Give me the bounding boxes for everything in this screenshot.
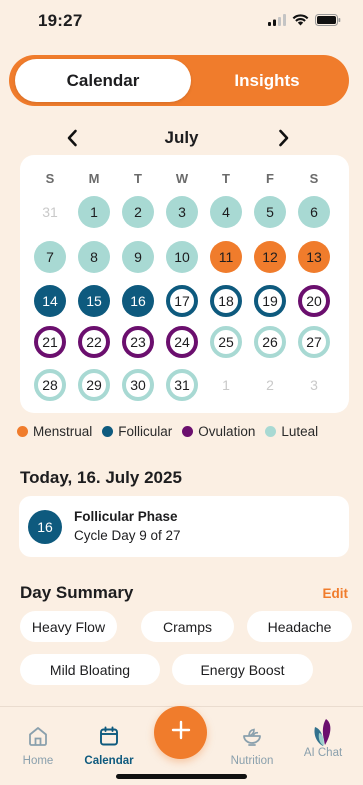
battery-icon — [315, 13, 341, 31]
insights-segment[interactable]: Insights — [191, 59, 343, 102]
calendar-day[interactable]: 13 — [298, 241, 330, 273]
legend-item: Ovulation — [182, 424, 255, 439]
weekday-label: S — [45, 171, 55, 186]
today-card[interactable]: 16 Follicular Phase Cycle Day 9 of 27 — [19, 496, 349, 557]
weekday-label: T — [134, 171, 142, 186]
weekday-label: M — [88, 171, 100, 186]
tab-ai-chat[interactable]: AI Chat — [288, 719, 358, 759]
calendar-day: 31 — [42, 204, 58, 220]
legend-label: Ovulation — [198, 424, 256, 439]
calendar-day: 3 — [310, 377, 318, 393]
home-icon — [27, 727, 49, 751]
calendar-day[interactable]: 14 — [34, 285, 66, 317]
calendar-day[interactable]: 11 — [210, 241, 242, 273]
today-cycle-day: Cycle Day 9 of 27 — [74, 528, 181, 543]
calendar-day[interactable]: 15 — [78, 285, 110, 317]
calendar-day[interactable]: 3 — [166, 196, 198, 228]
calendar-day[interactable]: 28 — [34, 369, 66, 401]
legend-dot-icon — [182, 426, 194, 437]
calendar-day[interactable]: 17 — [166, 285, 198, 317]
today-heading: Today, 16. July 2025 — [20, 468, 182, 487]
calendar-day[interactable]: 8 — [78, 241, 110, 273]
calendar-day[interactable]: 6 — [298, 196, 330, 228]
tab-ai-chat-label: AI Chat — [303, 747, 343, 759]
weekday-label: S — [309, 171, 319, 186]
symptom-chip[interactable]: Energy Boost — [172, 654, 313, 685]
home-indicator — [116, 774, 247, 779]
plus-icon — [170, 719, 192, 746]
symptom-chip[interactable]: Mild Bloating — [20, 654, 160, 685]
calendar-day[interactable]: 29 — [78, 369, 110, 401]
today-day-badge: 16 — [28, 510, 62, 544]
legend-item: Luteal — [265, 424, 318, 439]
tab-calendar-label: Calendar — [84, 755, 134, 767]
calendar-day[interactable]: 21 — [34, 326, 66, 358]
status-bar: 19:27 — [0, 0, 363, 44]
phase-legend: Menstrual Follicular Ovulation Luteal — [17, 424, 357, 439]
calendar-day[interactable]: 24 — [166, 326, 198, 358]
status-icons — [268, 13, 341, 31]
calendar-day[interactable]: 9 — [122, 241, 154, 273]
legend-dot-icon — [265, 426, 277, 437]
weekday-label: T — [222, 171, 230, 186]
weekday-label: F — [266, 171, 274, 186]
add-entry-button[interactable] — [154, 706, 207, 759]
symptom-chip[interactable]: Headache — [247, 611, 352, 642]
calendar-day[interactable]: 22 — [78, 326, 110, 358]
calendar-day[interactable]: 5 — [254, 196, 286, 228]
legend-label: Menstrual — [33, 424, 93, 439]
calendar-day[interactable]: 31 — [166, 369, 198, 401]
month-navigation: July — [0, 124, 363, 152]
legend-item: Menstrual — [17, 424, 92, 439]
legend-dot-icon — [102, 426, 114, 437]
calendar-day[interactable]: 2 — [122, 196, 154, 228]
edit-summary-button[interactable]: Edit — [323, 586, 349, 601]
tab-home[interactable]: Home — [3, 725, 73, 767]
symptom-chip[interactable]: Heavy Flow — [20, 611, 117, 642]
calendar-day[interactable]: 4 — [210, 196, 242, 228]
calendar-segment[interactable]: Calendar — [15, 59, 191, 102]
day-summary-heading: Day Summary — [20, 583, 134, 602]
tab-nutrition[interactable]: Nutrition — [217, 725, 287, 767]
next-month-chevron-icon[interactable] — [274, 127, 294, 149]
calendar-day[interactable]: 7 — [34, 241, 66, 273]
calendar-day[interactable]: 10 — [166, 241, 198, 273]
calendar-day[interactable]: 18 — [210, 285, 242, 317]
legend-label: Luteal — [281, 424, 319, 439]
tab-calendar[interactable]: Calendar — [74, 725, 144, 767]
calendar-day[interactable]: 27 — [298, 326, 330, 358]
calendar-day: 1 — [222, 377, 230, 393]
signal-icon — [268, 13, 286, 31]
symptom-chip[interactable]: Cramps — [141, 611, 234, 642]
calendar-day[interactable]: 26 — [254, 326, 286, 358]
tab-nutrition-label: Nutrition — [230, 755, 274, 767]
calendar-grid: S M T W T F S 31 1 2 3 4 5 6 7 8 9 10 11 12 13 14 15 16 17 18 19 20… — [20, 155, 349, 413]
calendar-icon — [98, 726, 120, 751]
calendar-day: 2 — [266, 377, 274, 393]
legend-dot-icon — [17, 426, 28, 437]
legend-item: Follicular — [102, 424, 172, 439]
calendar-day[interactable]: 23 — [122, 326, 154, 358]
calendar-day[interactable]: 16 — [122, 285, 154, 317]
legend-label: Follicular — [118, 424, 173, 439]
view-segmented-control: Calendar Insights — [9, 55, 349, 106]
month-label: July — [164, 128, 199, 147]
calendar-day[interactable]: 1 — [78, 196, 110, 228]
nutrition-bowl-icon — [241, 728, 263, 751]
calendar-day[interactable]: 12 — [254, 241, 286, 273]
calendar-day[interactable]: 20 — [298, 285, 330, 317]
tab-home-label: Home — [22, 755, 54, 767]
status-time: 19:27 — [38, 11, 83, 30]
today-phase: Follicular Phase — [74, 509, 178, 524]
calendar-day[interactable]: 25 — [210, 326, 242, 358]
weekday-label: W — [175, 171, 189, 186]
calendar-day[interactable]: 30 — [122, 369, 154, 401]
calendar-day[interactable]: 19 — [254, 285, 286, 317]
wifi-icon — [292, 13, 309, 31]
